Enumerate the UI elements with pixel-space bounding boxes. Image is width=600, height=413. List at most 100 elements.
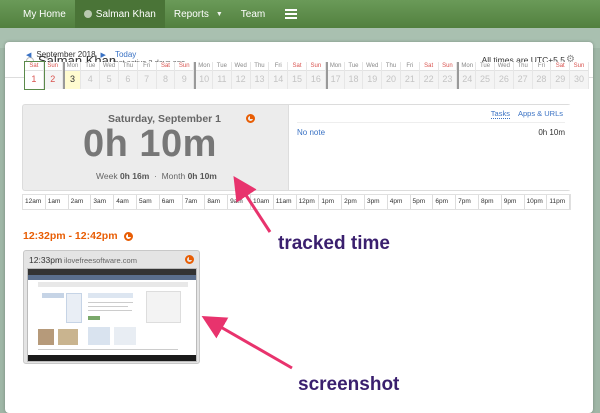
- day-number: 3: [69, 74, 75, 84]
- calendar-day[interactable]: Sun 2: [43, 62, 63, 89]
- pie-chart-icon[interactable]: [123, 231, 133, 241]
- day-number: 24: [462, 74, 473, 84]
- day-number: 30: [574, 74, 585, 84]
- pie-chart-icon[interactable]: [246, 114, 255, 123]
- day-number: 9: [181, 74, 187, 84]
- timeline-hour[interactable]: 4pm: [388, 195, 411, 209]
- calendar-day[interactable]: Sat 29: [551, 62, 571, 89]
- day-number: 29: [555, 74, 566, 84]
- timeline-hour[interactable]: 11pm: [547, 195, 571, 209]
- task-duration: 0h 10m: [538, 128, 565, 137]
- day-number: 17: [330, 74, 341, 84]
- timeline-hour[interactable]: 12am: [23, 195, 46, 209]
- calendar-day[interactable]: Sat 22: [419, 62, 439, 89]
- calendar-day[interactable]: Sun 16: [306, 62, 326, 89]
- day-number: 20: [386, 74, 397, 84]
- calendar-day[interactable]: Tue 25: [476, 62, 495, 89]
- timeline-hour[interactable]: 3pm: [365, 195, 388, 209]
- day-name: Tue: [476, 62, 494, 71]
- timeline-hour[interactable]: 1pm: [319, 195, 343, 209]
- screenshot-site: ilovefreesoftware.com: [64, 256, 137, 265]
- calendar-day[interactable]: Thu 20: [382, 62, 401, 89]
- timeline-hour[interactable]: 8am: [205, 195, 229, 209]
- calendar-day[interactable]: Mon 10: [194, 62, 213, 89]
- day-number: 11: [217, 74, 227, 84]
- timeline-hour[interactable]: 10am: [251, 195, 274, 209]
- day-number: 14: [273, 74, 284, 84]
- timeline-hour[interactable]: 8pm: [479, 195, 502, 209]
- calendar-day[interactable]: Wed 5: [100, 62, 119, 89]
- nav-team[interactable]: Team: [232, 0, 274, 28]
- time-range: 12:32pm - 12:42pm: [23, 230, 118, 242]
- week-month-totals: Week 0h 16m · Month 0h 10m: [96, 171, 217, 181]
- timeline-hour[interactable]: 4am: [114, 195, 137, 209]
- calendar-day[interactable]: Tue 4: [81, 62, 101, 89]
- no-note-text[interactable]: No note: [297, 128, 325, 137]
- timeline-hour[interactable]: 7am: [183, 195, 206, 209]
- timeline-hour[interactable]: 3am: [91, 195, 115, 209]
- calendar-day[interactable]: Wed 12: [231, 62, 251, 89]
- timeline-hour[interactable]: 2am: [69, 195, 92, 209]
- calendar-day[interactable]: Mon 17: [325, 62, 345, 89]
- timeline-hour[interactable]: 6pm: [433, 195, 457, 209]
- calendar-day[interactable]: Fri 28: [532, 62, 552, 89]
- nav-reports[interactable]: Reports ▼: [165, 0, 232, 28]
- day-name: Wed: [231, 62, 250, 71]
- timeline-hour[interactable]: 11am: [274, 195, 297, 209]
- tasks-panel: Tasks Apps & URLs No note 0h 10m: [288, 105, 571, 190]
- next-month-icon[interactable]: ▶: [101, 51, 106, 59]
- calendar-day[interactable]: Thu 13: [250, 62, 270, 89]
- timeline-hour[interactable]: 2pm: [342, 195, 365, 209]
- nav-my-home[interactable]: My Home: [14, 0, 75, 28]
- day-name: Sat: [288, 62, 306, 71]
- calendar-day[interactable]: Wed 19: [363, 62, 383, 89]
- timeline-hour[interactable]: 5pm: [411, 195, 434, 209]
- day-name: Sun: [570, 62, 588, 71]
- timeline-hour[interactable]: 9am: [228, 195, 251, 209]
- calendar-day[interactable]: Mon 3: [62, 62, 82, 89]
- day-name: Tue: [81, 62, 100, 71]
- timeline-hour[interactable]: 1am: [46, 195, 69, 209]
- calendar-day[interactable]: Sat 8: [156, 62, 176, 89]
- timeline-hour[interactable]: 5am: [137, 195, 160, 209]
- calendar-day[interactable]: Thu 27: [513, 62, 533, 89]
- day-number: 4: [87, 74, 93, 84]
- timeline-hour[interactable]: 7pm: [456, 195, 479, 209]
- pie-chart-icon[interactable]: [185, 255, 194, 264]
- day-number: 15: [292, 74, 303, 84]
- day-number: 19: [367, 74, 378, 84]
- calendar-day[interactable]: Fri 21: [400, 62, 420, 89]
- menu-button[interactable]: [274, 0, 306, 28]
- calendar-day[interactable]: Sat 1: [24, 61, 45, 90]
- day-number: 1: [31, 74, 37, 84]
- tab-apps-urls[interactable]: Apps & URLs: [518, 109, 563, 119]
- today-link[interactable]: Today: [115, 50, 136, 59]
- screenshot-card[interactable]: 12:33pm ilovefreesoftware.com: [23, 250, 200, 364]
- day-name: Sun: [438, 62, 457, 71]
- calendar-day[interactable]: Mon 24: [457, 62, 477, 89]
- prev-month-icon[interactable]: ◀: [26, 51, 31, 59]
- day-name: Sun: [175, 62, 194, 71]
- calendar-day[interactable]: Sun 9: [175, 62, 195, 89]
- tab-tasks[interactable]: Tasks: [490, 109, 510, 119]
- screenshot-thumbnail[interactable]: [27, 268, 197, 362]
- calendar-day[interactable]: Sun 30: [570, 62, 589, 89]
- calendar-day[interactable]: Sat 15: [288, 62, 307, 89]
- timeline-hour[interactable]: 12pm: [297, 195, 320, 209]
- calendar-day[interactable]: Fri 14: [269, 62, 289, 89]
- tracked-time-total: 0h 10m: [83, 123, 217, 165]
- nav-user-menu[interactable]: Salman Khan: [74, 0, 165, 28]
- calendar-day[interactable]: Sun 23: [438, 62, 458, 89]
- hour-timeline: 12am 1am 2am 3am 4am 5am 6am 7am 8am 9am 10am 11am 1…: [22, 194, 571, 210]
- timeline-hour[interactable]: 10pm: [525, 195, 548, 209]
- day-name: Mon: [64, 62, 81, 71]
- timeline-hour[interactable]: 6am: [160, 195, 183, 209]
- calendar-day[interactable]: Tue 18: [344, 62, 364, 89]
- day-name: Sat: [156, 62, 175, 71]
- calendar-day[interactable]: Fri 7: [137, 62, 157, 89]
- calendar-day[interactable]: Thu 6: [118, 62, 138, 89]
- day-number: 18: [348, 74, 359, 84]
- calendar-day[interactable]: Wed 26: [494, 62, 514, 89]
- calendar-day[interactable]: Tue 11: [212, 62, 232, 89]
- timeline-hour[interactable]: 9pm: [502, 195, 525, 209]
